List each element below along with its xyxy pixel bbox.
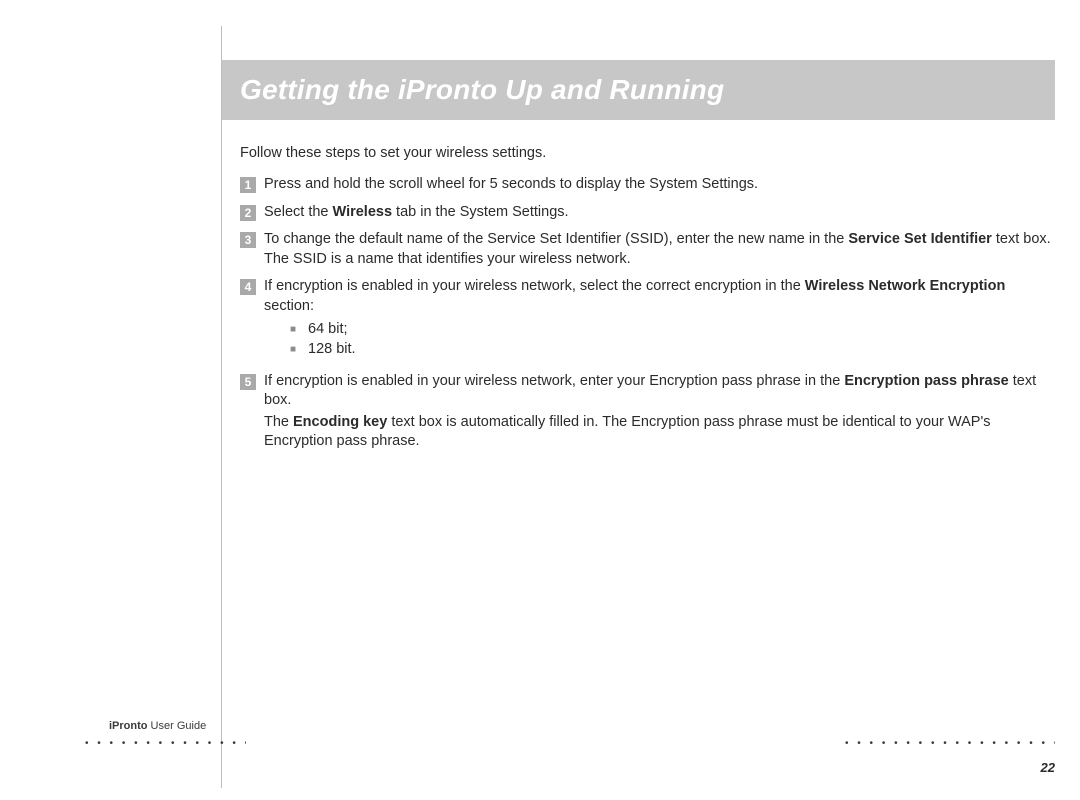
document-page: Getting the iPronto Up and Running Follo…: [0, 0, 1080, 800]
bullet-list: 64 bit; 128 bit.: [290, 320, 1055, 359]
bullet-item: 64 bit;: [290, 320, 1055, 340]
step-1: 1 Press and hold the scroll wheel for 5 …: [240, 175, 1055, 195]
step-number: 1: [240, 177, 256, 193]
bold: Encoding key: [293, 414, 387, 430]
bold: Wireless: [333, 204, 393, 220]
step-body: Select the Wireless tab in the System Se…: [264, 203, 1055, 223]
step-body: If encryption is enabled in your wireles…: [264, 372, 1055, 452]
text: If encryption is enabled in your wireles…: [264, 278, 805, 294]
footer: iPronto User Guide • • • • • • • • • • •…: [25, 720, 1055, 760]
text: To change the default name of the Servic…: [264, 231, 848, 247]
step-number: 4: [240, 279, 256, 295]
step-number: 3: [240, 232, 256, 248]
step-number: 5: [240, 374, 256, 390]
step-4: 4 If encryption is enabled in your wirel…: [240, 277, 1055, 363]
intro-text: Follow these steps to set your wireless …: [240, 145, 1055, 161]
bold: Wireless Network Encryption: [805, 278, 1006, 294]
step-3: 3 To change the default name of the Serv…: [240, 230, 1055, 269]
bold: Encryption pass phrase: [844, 373, 1008, 389]
page-title: Getting the iPronto Up and Running: [240, 74, 724, 106]
footer-doc: User Guide: [148, 720, 207, 732]
step-number: 2: [240, 205, 256, 221]
text: The: [264, 414, 293, 430]
vertical-divider: [221, 26, 222, 788]
text: If encryption is enabled in your wireles…: [264, 373, 844, 389]
step-5: 5 If encryption is enabled in your wirel…: [240, 372, 1055, 452]
bold: Service Set Identifier: [848, 231, 991, 247]
footer-label: iPronto User Guide: [109, 720, 206, 732]
text: Select the: [264, 204, 333, 220]
footer-dots-left: • • • • • • • • • • • • • • • • • • • • …: [85, 738, 246, 746]
step-note: The Encoding key text box is automatical…: [264, 413, 1055, 452]
step-body: Press and hold the scroll wheel for 5 se…: [264, 175, 1055, 195]
step-body: If encryption is enabled in your wireles…: [264, 277, 1055, 363]
text: tab in the System Settings.: [392, 204, 569, 220]
content-column: Follow these steps to set your wireless …: [240, 145, 1055, 460]
footer-brand: iPronto: [109, 720, 148, 732]
header-band: Getting the iPronto Up and Running: [222, 60, 1055, 120]
page-number: 22: [1041, 760, 1055, 775]
text: section:: [264, 298, 314, 314]
step-body: To change the default name of the Servic…: [264, 230, 1055, 269]
step-2: 2 Select the Wireless tab in the System …: [240, 203, 1055, 223]
footer-dots-right: • • • • • • • • • • • • • • • • • • • • …: [845, 738, 1055, 746]
bullet-item: 128 bit.: [290, 340, 1055, 360]
